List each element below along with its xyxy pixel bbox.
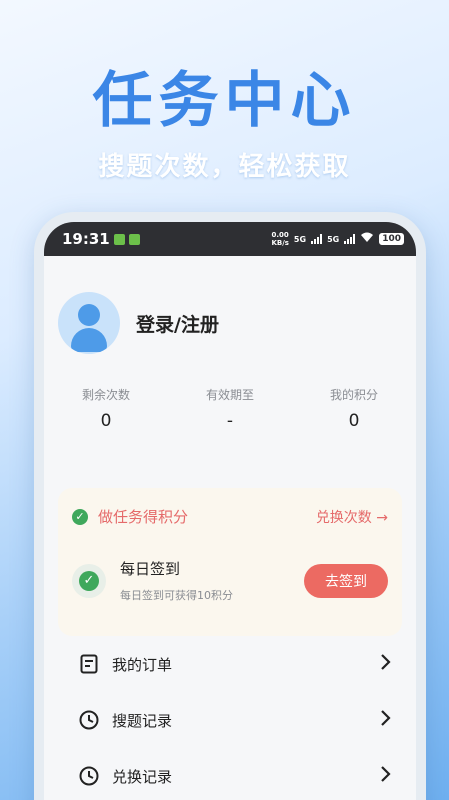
hero-title: 任务中心 — [92, 66, 357, 136]
signal-icon — [344, 234, 356, 244]
phone-screen: 19:31 0.00 KB/s 5G 5G 100 登录/注册 剩余次数 0 有… — [44, 222, 416, 800]
net-speed-unit: KB/s — [271, 239, 289, 247]
login-register-link[interactable]: 登录/注册 — [136, 310, 219, 337]
clock-icon — [78, 709, 100, 731]
stat-label: 我的积分 — [329, 388, 378, 402]
chevron-right-icon — [380, 708, 392, 732]
stats-row: 剩余次数 0 有效期至 - 我的积分 0 — [44, 386, 416, 431]
signin-check-icon: ✓ — [72, 563, 106, 598]
menu-item-exchange-history[interactable]: 兑换记录 — [44, 748, 416, 800]
stat-label: 剩余次数 — [81, 388, 130, 402]
avatar-head-shape — [78, 304, 100, 326]
clock-icon — [78, 765, 100, 787]
signin-text: 每日签到 每日签到可获得10积分 — [120, 558, 304, 603]
stat-remaining-count: 剩余次数 0 — [44, 386, 168, 431]
network-type-label: 5G — [327, 234, 340, 244]
daily-signin-row: ✓ 每日签到 每日签到可获得10积分 去签到 — [72, 558, 388, 603]
stat-value: 0 — [100, 411, 112, 431]
signin-title: 每日签到 — [120, 560, 181, 578]
signin-description: 每日签到可获得10积分 — [120, 589, 233, 602]
notification-icon — [128, 233, 140, 245]
profile-section[interactable]: 登录/注册 — [58, 292, 219, 354]
menu-item-my-orders[interactable]: 我的订单 — [44, 636, 416, 692]
menu-item-label: 搜题记录 — [112, 711, 173, 730]
status-bar: 19:31 0.00 KB/s 5G 5G 100 — [44, 222, 416, 256]
net-speed: 0.00 KB/s — [271, 231, 288, 247]
net-speed-value: 0.00 — [271, 231, 289, 239]
network-type-label: 5G — [293, 234, 307, 244]
avatar-body-shape — [71, 328, 107, 352]
task-card: ✓ 做任务得积分 兑换次数 → ✓ 每日签到 每日签到可获得10积分 去签到 — [58, 488, 402, 636]
stat-label: 有效期至 — [205, 388, 254, 402]
status-time: 19:31 — [62, 230, 110, 248]
signal-icon — [311, 234, 323, 244]
task-title: 做任务得积分 — [98, 508, 189, 526]
stat-my-points: 我的积分 0 — [292, 386, 416, 431]
status-right: 0.00 KB/s 5G 5G 100 — [271, 231, 404, 247]
menu-item-search-history[interactable]: 搜题记录 — [44, 692, 416, 748]
exchange-count-link[interactable]: 兑换次数 → — [316, 507, 388, 527]
chevron-right-icon — [380, 652, 392, 676]
menu-item-label: 我的订单 — [112, 655, 173, 674]
task-header: ✓ 做任务得积分 — [72, 506, 188, 527]
stat-value: 0 — [348, 411, 360, 431]
menu-list: 我的订单 搜题记录 兑换记录 — [44, 636, 416, 800]
status-left: 19:31 — [62, 230, 140, 248]
chevron-right-icon — [380, 764, 392, 788]
menu-item-label: 兑换记录 — [112, 767, 173, 786]
stat-value: - — [226, 411, 234, 431]
order-icon — [78, 653, 100, 675]
notification-icon — [113, 233, 125, 245]
stat-valid-until: 有效期至 - — [168, 386, 292, 431]
battery-icon: 100 — [379, 233, 404, 245]
avatar[interactable] — [58, 292, 120, 354]
check-circle-icon: ✓ — [72, 508, 88, 525]
phone-frame: 19:31 0.00 KB/s 5G 5G 100 登录/注册 剩余次数 0 有… — [34, 212, 426, 800]
hero-subtitle: 搜题次数，轻松获取 — [98, 152, 351, 182]
signin-button[interactable]: 去签到 — [304, 563, 388, 598]
wifi-icon — [360, 232, 374, 246]
